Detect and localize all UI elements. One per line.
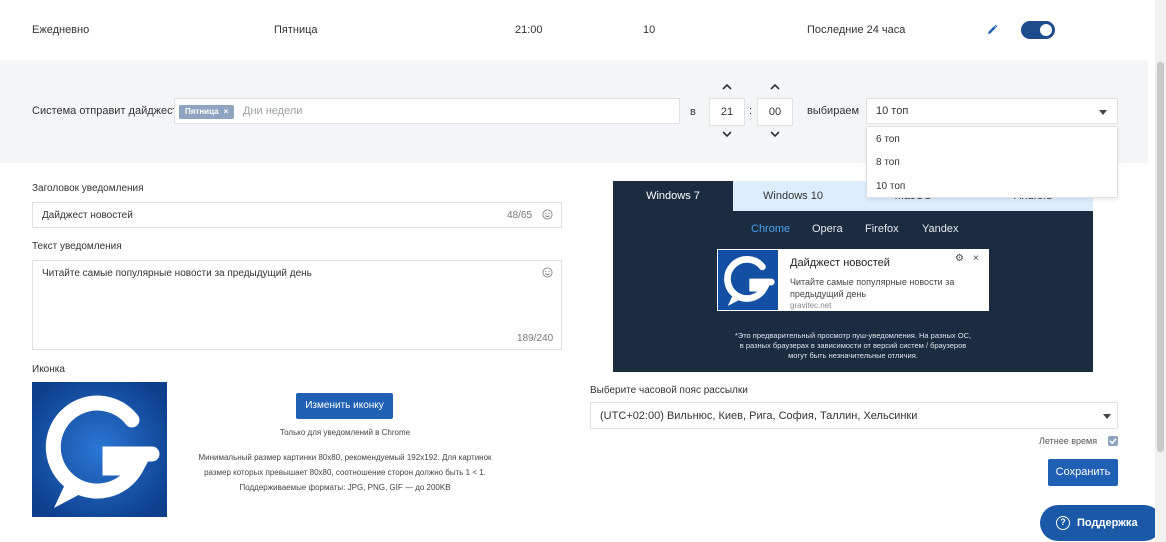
hour-down-chevron-icon[interactable] — [722, 129, 732, 139]
notification-image — [718, 250, 778, 310]
caret-down-icon — [1099, 110, 1107, 115]
text-value: Читайте самые популярные новости за пред… — [42, 268, 312, 279]
hour-up-chevron-icon[interactable] — [722, 82, 732, 92]
top-count-value: 10 топ — [876, 105, 909, 117]
icon-label: Иконка — [32, 364, 65, 375]
minute-down-chevron-icon[interactable] — [770, 129, 780, 139]
chip-remove-icon[interactable]: × — [224, 107, 229, 116]
formats-note: Поддерживаемые форматы: JPG, PNG, GIF — … — [239, 483, 451, 492]
browser-tab-chrome[interactable]: Chrome — [751, 223, 790, 235]
question-icon: ? — [1056, 516, 1070, 530]
pencil-icon[interactable] — [986, 24, 998, 36]
caret-down-icon — [1103, 414, 1111, 419]
dst-checkbox[interactable] — [1108, 436, 1118, 446]
logo-g-icon — [32, 382, 167, 517]
notification-title: Дайджест новостей — [790, 257, 890, 269]
browser-tab-yandex[interactable]: Yandex — [922, 223, 959, 235]
timezone-select[interactable]: (UTC+02:00) Вильнюс, Киев, Рига, София, … — [590, 402, 1118, 429]
minute-up-chevron-icon[interactable] — [770, 82, 780, 92]
row-period: Последние 24 часа — [807, 24, 906, 36]
smiley-icon[interactable] — [542, 209, 553, 220]
row-time: 21:00 — [515, 24, 543, 36]
smiley-icon[interactable] — [542, 267, 553, 278]
timezone-label: Выберите часовой пояс рассылки — [590, 385, 748, 396]
preview-disclaimer: *Это предварительный просмотр пуш-уведом… — [613, 331, 1093, 361]
weekdays-input[interactable]: Пятница × Дни недели — [174, 98, 680, 124]
at-label: в — [690, 106, 696, 118]
hour-input[interactable]: 21 — [709, 98, 745, 126]
gear-icon[interactable]: ⚙ — [955, 253, 964, 264]
tab-windows-7[interactable]: Windows 7 — [613, 181, 733, 211]
top-count-select[interactable]: 10 топ — [866, 98, 1118, 124]
top-option[interactable]: 8 топ — [876, 157, 900, 168]
text-label: Текст уведомления — [32, 241, 122, 252]
disclaimer-line-2: в разных браузерах в зависимости от верс… — [739, 341, 967, 350]
top-option[interactable]: 10 топ — [876, 181, 905, 192]
top-count-dropdown: 6 топ 8 топ 10 топ — [866, 126, 1118, 198]
save-button[interactable]: Сохранить — [1048, 459, 1118, 486]
size-note-1: Минимальный размер картинки 80x80, реком… — [198, 453, 492, 462]
dst-label: Летнее время — [1039, 436, 1098, 446]
row-frequency: Ежедневно — [32, 24, 90, 36]
disclaimer-line-1: *Это предварительный просмотр пуш-уведом… — [734, 331, 972, 340]
notification-icon-preview — [32, 382, 167, 517]
browser-tab-opera[interactable]: Opera — [812, 223, 843, 235]
text-counter: 189/240 — [517, 333, 554, 344]
notification-url: gravitec.net — [790, 301, 832, 310]
day-chip: Пятница × — [179, 105, 235, 119]
title-value: Дайджест новостей — [42, 210, 133, 221]
push-preview-panel: Windows 7 Windows 10 MacOS Android Chrom… — [613, 181, 1093, 372]
text-textarea[interactable]: Читайте самые популярные новости за пред… — [32, 260, 562, 350]
digest-label: Система отправит дайджест — [32, 105, 178, 117]
time-separator: : — [749, 105, 753, 117]
weekdays-placeholder: Дни недели — [243, 105, 303, 117]
tab-windows-10[interactable]: Windows 10 — [733, 181, 853, 211]
change-icon-button[interactable]: Изменить иконку — [296, 393, 393, 419]
toggle-knob — [1040, 24, 1052, 36]
pick-label: выбираем — [807, 105, 860, 117]
enable-toggle[interactable] — [1021, 21, 1055, 39]
digest-row: Ежедневно Пятница 21:00 10 Последние 24 … — [0, 0, 1148, 60]
top-option[interactable]: 6 топ — [876, 134, 900, 145]
support-label: Поддержка — [1077, 517, 1138, 529]
timezone-value: (UTC+02:00) Вильнюс, Киев, Рига, София, … — [600, 410, 918, 422]
close-icon[interactable]: × — [973, 253, 979, 264]
size-note-2: размер которых превышает 80x80, соотноше… — [204, 468, 486, 477]
page-scrollbar[interactable] — [1155, 0, 1166, 542]
title-counter: 48/65 — [507, 210, 533, 221]
scrollbar-thumb[interactable] — [1157, 62, 1164, 452]
title-input[interactable]: Дайджест новостей 48/65 — [32, 202, 562, 228]
browser-tab-firefox[interactable]: Firefox — [865, 223, 899, 235]
row-day: Пятница — [274, 24, 318, 36]
notification-card: Дайджест новостей Читайте самые популярн… — [717, 249, 989, 311]
title-label: Заголовок уведомления — [32, 183, 144, 194]
day-chip-label: Пятница — [185, 107, 219, 116]
minute-input[interactable]: 00 — [757, 98, 793, 126]
support-button[interactable]: ? Поддержка — [1040, 505, 1162, 541]
logo-g-icon — [718, 250, 778, 310]
disclaimer-line-3: могут быть незначительные отличия. — [788, 351, 918, 360]
notification-body: Читайте самые популярные новости за пред… — [790, 277, 955, 299]
chrome-only-note: Только для уведомлений в Chrome — [279, 428, 411, 437]
row-count: 10 — [643, 24, 656, 36]
